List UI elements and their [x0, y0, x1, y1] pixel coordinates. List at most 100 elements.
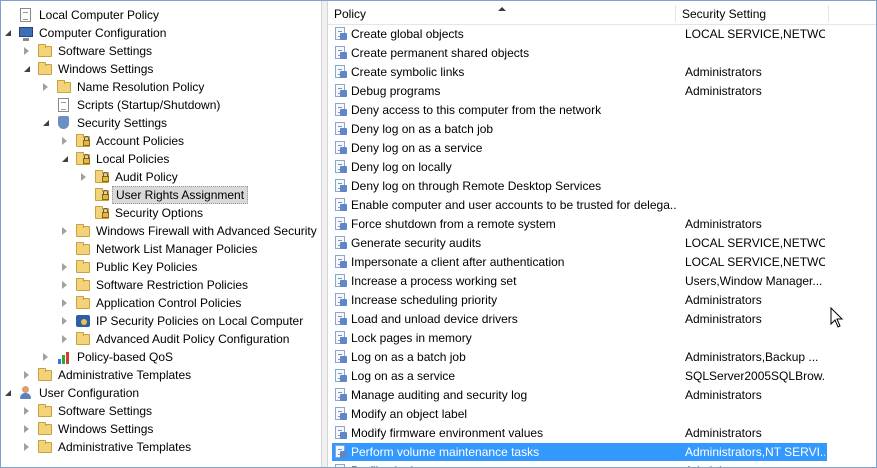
tree-item-windows-firewall[interactable]: Windows Firewall with Advanced Security [1, 222, 321, 240]
tree-item-local-computer-policy[interactable]: Local Computer Policy [1, 6, 321, 24]
column-header-security-setting[interactable]: Security Setting [676, 1, 828, 24]
policy-setting-icon [334, 369, 348, 383]
pane-splitter[interactable] [321, 1, 328, 467]
expanded-arrow-icon[interactable] [43, 120, 49, 126]
collapsed-arrow-icon[interactable] [62, 281, 67, 289]
collapsed-arrow-icon[interactable] [24, 407, 29, 415]
tree-item-audit-policy[interactable]: Audit Policy [1, 168, 321, 186]
collapsed-arrow-icon[interactable] [62, 317, 67, 325]
collapsed-arrow-icon[interactable] [24, 47, 29, 55]
tree-item-software-restriction-policies[interactable]: Software Restriction Policies [1, 276, 321, 294]
list-item[interactable]: Profile single process Administrators [328, 462, 876, 467]
tree-item-application-control-policies[interactable]: Application Control Policies [1, 294, 321, 312]
expanded-arrow-icon[interactable] [62, 156, 68, 162]
tree-item-user-windows-settings[interactable]: Windows Settings [1, 420, 321, 438]
collapsed-arrow-icon[interactable] [62, 335, 67, 343]
tree-item-label: Administrative Templates [58, 368, 192, 382]
list-item[interactable]: Create permanent shared objects [328, 44, 876, 63]
policy-setting-icon [334, 141, 348, 155]
folder-icon [37, 421, 53, 437]
list-item[interactable]: Lock pages in memory [328, 329, 876, 348]
list-item[interactable]: Perform volume maintenance tasks Administ… [328, 443, 876, 462]
tree-item-local-policies[interactable]: Local Policies [1, 150, 321, 168]
expanded-arrow-icon[interactable] [24, 66, 30, 72]
collapsed-arrow-icon[interactable] [43, 353, 48, 361]
list-item[interactable]: Log on as a service SQLServer2005SQLBrow.… [328, 367, 876, 386]
list-item[interactable]: Impersonate a client after authenticatio… [328, 253, 876, 272]
tree-item-public-key-policies[interactable]: Public Key Policies [1, 258, 321, 276]
policy-setting-icon [334, 198, 348, 212]
collapsed-arrow-icon[interactable] [24, 425, 29, 433]
tree-item-windows-settings[interactable]: Windows Settings [1, 60, 321, 78]
policy-name: Deny log on as a service [351, 141, 483, 155]
list-item[interactable]: Deny log on locally [328, 158, 876, 177]
list-item[interactable]: Load and unload device drivers Administra… [328, 310, 876, 329]
tree-item-label: Software Settings [58, 44, 153, 58]
tree-item-label: User Configuration [39, 386, 140, 400]
policy-name: Debug programs [351, 84, 441, 98]
tree-item-network-list-manager-policies[interactable]: Network List Manager Policies [1, 240, 321, 258]
column-divider[interactable] [828, 5, 829, 22]
tree-item-scripts-startup-shutdown[interactable]: Scripts (Startup/Shutdown) [1, 96, 321, 114]
tree-item-ip-security-policies[interactable]: IP Security Policies on Local Computer [1, 312, 321, 330]
collapsed-arrow-icon[interactable] [62, 263, 67, 271]
collapsed-arrow-icon[interactable] [62, 299, 67, 307]
tree-item-label: Application Control Policies [96, 296, 242, 310]
policy-name: Increase scheduling priority [351, 293, 498, 307]
list-item[interactable]: Log on as a batch job Administrators,Back… [328, 348, 876, 367]
list-item[interactable]: Deny log on through Remote Desktop Servi… [328, 177, 876, 196]
list-item[interactable]: Debug programs Administrators [328, 82, 876, 101]
tree-item-security-options[interactable]: Security Options [1, 204, 321, 222]
collapsed-arrow-icon[interactable] [43, 83, 48, 91]
column-header-policy[interactable]: Policy [328, 1, 673, 24]
security-setting-value: Administrators [685, 426, 762, 440]
list-item[interactable]: Increase scheduling priority Administrato… [328, 291, 876, 310]
tree-item-user-rights-assignment[interactable]: User Rights Assignment [1, 186, 321, 204]
security-setting-value: Administrators [685, 312, 762, 326]
expanded-arrow-icon[interactable] [5, 30, 11, 36]
tree-item-software-settings[interactable]: Software Settings [1, 42, 321, 60]
list-item[interactable]: Deny log on as a service [328, 139, 876, 158]
list-item[interactable]: Deny access to this computer from the ne… [328, 101, 876, 120]
tree-item-user-configuration[interactable]: User Configuration [1, 384, 321, 402]
policy-name: Modify firmware environment values [351, 426, 544, 440]
collapsed-arrow-icon[interactable] [62, 227, 67, 235]
tree-item-name-resolution-policy[interactable]: Name Resolution Policy [1, 78, 321, 96]
collapsed-arrow-icon[interactable] [62, 137, 67, 145]
sort-ascending-icon [498, 7, 506, 11]
list-item[interactable]: Modify firmware environment values Admini… [328, 424, 876, 443]
tree-item-label: Local Computer Policy [39, 8, 160, 22]
tree-item-policy-based-qos[interactable]: Policy-based QoS [1, 348, 321, 366]
list-item[interactable]: Modify an object label [328, 405, 876, 424]
collapsed-arrow-icon[interactable] [24, 371, 29, 379]
collapsed-arrow-icon[interactable] [24, 443, 29, 451]
tree-item-user-administrative-templates[interactable]: Administrative Templates [1, 438, 321, 456]
policy-name: Deny log on through Remote Desktop Servi… [351, 179, 602, 193]
folder-icon [75, 295, 91, 311]
tree-item-security-settings[interactable]: Security Settings [1, 114, 321, 132]
tree-item-account-policies[interactable]: Account Policies [1, 132, 321, 150]
list-item[interactable]: Create symbolic links Administrators [328, 63, 876, 82]
list-item[interactable]: Enable computer and user accounts to be … [328, 196, 876, 215]
list-item[interactable]: Increase a process working set Users,Wind… [328, 272, 876, 291]
policy-name: Deny log on as a batch job [351, 122, 494, 136]
tree-item-label: Scripts (Startup/Shutdown) [77, 98, 221, 112]
tree-item-label: Administrative Templates [58, 440, 192, 454]
list-item[interactable]: Deny log on as a batch job [328, 120, 876, 139]
tree-item-user-software-settings[interactable]: Software Settings [1, 402, 321, 420]
security-setting-value: Administrators [685, 65, 762, 79]
list-item[interactable]: Generate security audits LOCAL SERVICE,NE… [328, 234, 876, 253]
policy-setting-icon [334, 217, 348, 231]
list-item[interactable]: Force shutdown from a remote system Admin… [328, 215, 876, 234]
collapsed-arrow-icon[interactable] [81, 173, 86, 181]
policy-document-icon [56, 97, 72, 113]
tree-item-advanced-audit-policy-configuration[interactable]: Advanced Audit Policy Configuration [1, 330, 321, 348]
tree-item-computer-configuration[interactable]: Computer Configuration [1, 24, 321, 42]
security-setting-value: Administrators [685, 217, 762, 231]
expanded-arrow-icon[interactable] [5, 390, 11, 396]
tree-item-computer-administrative-templates[interactable]: Administrative Templates [1, 366, 321, 384]
list-item[interactable]: Manage auditing and security log Administ… [328, 386, 876, 405]
list-item[interactable]: Create global objects LOCAL SERVICE,NETWO… [328, 25, 876, 44]
folder-icon [75, 331, 91, 347]
policy-setting-icon [334, 46, 348, 60]
